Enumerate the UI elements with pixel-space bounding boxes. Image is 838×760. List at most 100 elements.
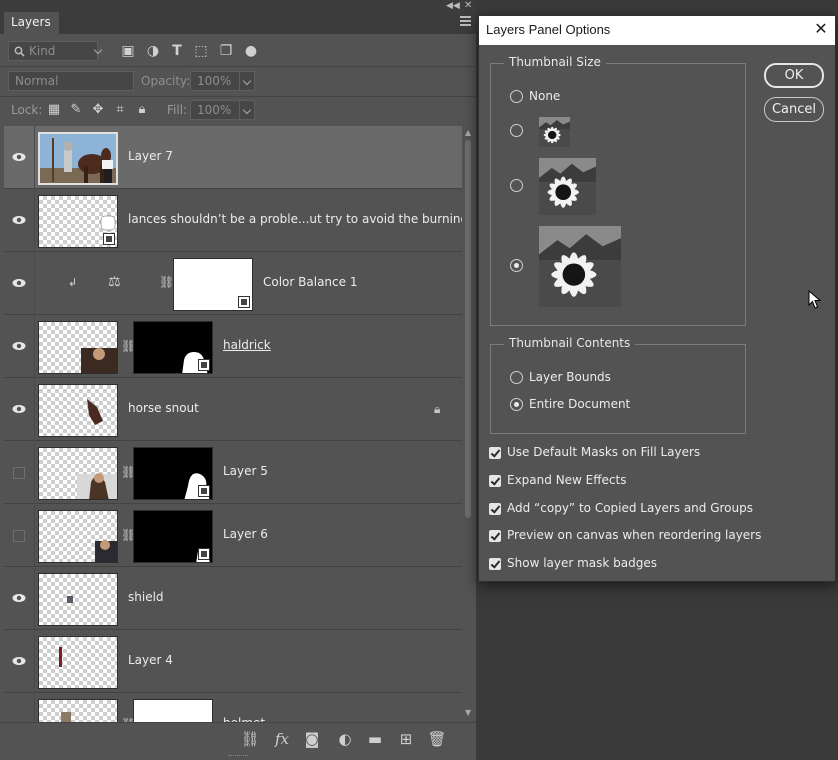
visibility-eye-icon[interactable] xyxy=(12,152,26,162)
sunflower-image xyxy=(539,158,596,215)
cancel-button[interactable]: Cancel xyxy=(764,97,824,122)
visibility-toggle-empty[interactable] xyxy=(13,467,25,479)
panel-menu-icon[interactable] xyxy=(460,16,471,26)
fill-dropdown[interactable] xyxy=(239,100,255,120)
lock-transparent-pixels-icon[interactable]: ▦ xyxy=(46,102,62,118)
new-group-icon[interactable]: ▬ xyxy=(365,730,385,748)
blend-mode-select[interactable]: Normal xyxy=(8,71,134,91)
mask-badge-icon xyxy=(198,485,210,497)
layer-row[interactable]: lances shouldn’t be a proble...ut try to… xyxy=(4,189,462,252)
tab-layers[interactable]: Layers xyxy=(4,12,59,34)
divider xyxy=(34,630,35,693)
layer-name: horse snout xyxy=(128,401,199,415)
layers-scrollbar[interactable]: ▲ ▼ xyxy=(462,126,476,722)
radio-thumb-none[interactable] xyxy=(510,90,523,103)
checkbox-mask-badges[interactable] xyxy=(489,558,501,570)
scene-thumbnail-image xyxy=(40,134,116,183)
layer-row[interactable]: Layer 4 xyxy=(4,630,462,693)
checkbox-expand-effects[interactable] xyxy=(489,475,501,487)
radio-entire-document[interactable] xyxy=(510,398,523,411)
checkbox-default-masks[interactable] xyxy=(489,447,501,459)
collapse-panel-icon[interactable]: ◀◀ xyxy=(446,1,460,11)
visibility-eye-icon[interactable] xyxy=(12,593,26,603)
layer-row[interactable]: ⛓ haldrick xyxy=(4,315,462,378)
filter-type-icon[interactable]: T xyxy=(169,43,185,59)
filter-toggle-icon[interactable]: ● xyxy=(243,43,259,59)
close-panel-icon[interactable]: ✕ xyxy=(464,1,472,11)
filter-smart-object-icon[interactable]: ❐ xyxy=(218,43,234,59)
new-adjustment-layer-icon[interactable]: ◐ xyxy=(335,730,355,748)
divider xyxy=(34,567,35,630)
layers-panel: ◀◀ ✕ Layers Kind ▣ ◑ T ⬚ ❐ ● Normal Opac… xyxy=(0,0,476,760)
layer-row[interactable]: shield xyxy=(4,567,462,630)
filter-adjustment-icon[interactable]: ◑ xyxy=(145,43,161,59)
layers-bottom-toolbar: ⛓ fx ◙ ◐ ▬ ⊞ 🗑︎ xyxy=(0,722,476,760)
lock-all-icon[interactable]: 🔒︎ xyxy=(134,102,150,118)
add-mask-icon[interactable]: ◙ xyxy=(302,730,322,748)
new-layer-icon[interactable]: ⊞ xyxy=(396,730,416,748)
ok-button[interactable]: OK xyxy=(764,63,824,88)
filter-kind-dropdown[interactable] xyxy=(91,41,107,61)
divider xyxy=(34,126,35,189)
helmet-thumbnail-image xyxy=(61,712,71,722)
checkbox-add-copy[interactable] xyxy=(489,503,501,515)
visibility-toggle-empty[interactable] xyxy=(13,530,25,542)
scroll-up-icon[interactable]: ▲ xyxy=(465,128,471,137)
layer-thumbnail xyxy=(38,447,118,500)
lock-artboard-icon[interactable]: ⌗ xyxy=(112,102,128,118)
add-layer-style-icon[interactable]: fx xyxy=(272,730,292,748)
scroll-down-icon[interactable]: ▼ xyxy=(465,708,471,717)
fill-input[interactable]: 100% xyxy=(190,100,240,120)
radio-entire-document-label: Entire Document xyxy=(529,397,631,411)
dialog-titlebar[interactable]: Layers Panel Options ✕ xyxy=(479,16,835,45)
layer-row[interactable]: Layer 7 xyxy=(4,126,462,189)
link-chain-icon[interactable]: ⛓ xyxy=(159,275,174,289)
link-layers-icon[interactable]: ⛓ xyxy=(240,730,260,748)
layers-list: Layer 7 lances shouldn’t be a proble...u… xyxy=(4,126,462,722)
fill-label: Fill: xyxy=(167,103,188,117)
divider xyxy=(34,189,35,252)
radio-layer-bounds[interactable] xyxy=(510,371,523,384)
radio-thumb-small[interactable] xyxy=(510,124,523,137)
filter-shape-icon[interactable]: ⬚ xyxy=(193,43,209,59)
layer-mask-thumbnail xyxy=(133,510,213,563)
filter-pixel-icon[interactable]: ▣ xyxy=(120,43,136,59)
opacity-input[interactable]: 100% xyxy=(190,71,240,91)
layer-row[interactable]: ⛓ Layer 6 xyxy=(4,504,462,567)
sunflower-large-thumbnail xyxy=(539,226,621,307)
layer-row[interactable]: ⛓ helmet xyxy=(4,693,462,722)
layer-thumbnail xyxy=(38,132,118,185)
search-icon xyxy=(14,46,25,57)
character-thumbnail-image xyxy=(81,348,117,373)
lock-position-icon[interactable]: ✥ xyxy=(90,102,106,118)
radio-thumb-medium[interactable] xyxy=(510,179,523,192)
delete-layer-icon[interactable]: 🗑︎ xyxy=(427,730,447,748)
layer-name: Color Balance 1 xyxy=(263,275,358,289)
layer-row[interactable]: ⛓ Layer 5 xyxy=(4,441,462,504)
lock-image-pixels-icon[interactable]: ✎ xyxy=(68,102,84,118)
radio-thumb-large[interactable] xyxy=(510,259,523,272)
sunflower-small-thumbnail xyxy=(539,117,570,147)
visibility-eye-icon[interactable] xyxy=(12,341,26,351)
checkbox-preview-reorder[interactable] xyxy=(489,530,501,542)
thumbnail-contents-group xyxy=(490,344,746,434)
visibility-eye-icon[interactable] xyxy=(12,404,26,414)
visibility-eye-icon[interactable] xyxy=(12,278,26,288)
thumbnail-contents-label: Thumbnail Contents xyxy=(504,336,636,350)
visibility-eye-icon[interactable] xyxy=(12,656,26,666)
layer-thumbnail xyxy=(38,384,118,437)
panel-tab-row: Layers xyxy=(0,12,476,34)
scroll-thumb[interactable] xyxy=(465,140,471,518)
sunflower-image xyxy=(539,226,621,307)
filter-kind-select[interactable]: Kind xyxy=(8,41,98,61)
resize-grip-icon[interactable] xyxy=(228,755,248,758)
opacity-dropdown[interactable] xyxy=(239,71,255,91)
close-icon[interactable]: ✕ xyxy=(813,20,829,38)
layer-row[interactable]: ↲ ⚖ ⛓ Color Balance 1 xyxy=(4,252,462,315)
divider xyxy=(34,252,35,315)
visibility-eye-icon[interactable] xyxy=(12,215,26,225)
color-balance-icon: ⚖ xyxy=(108,274,121,290)
radio-thumb-none-label: None xyxy=(529,89,561,103)
lance-thumbnail-image xyxy=(59,647,62,667)
layer-row[interactable]: horse snout 🔒︎ xyxy=(4,378,462,441)
